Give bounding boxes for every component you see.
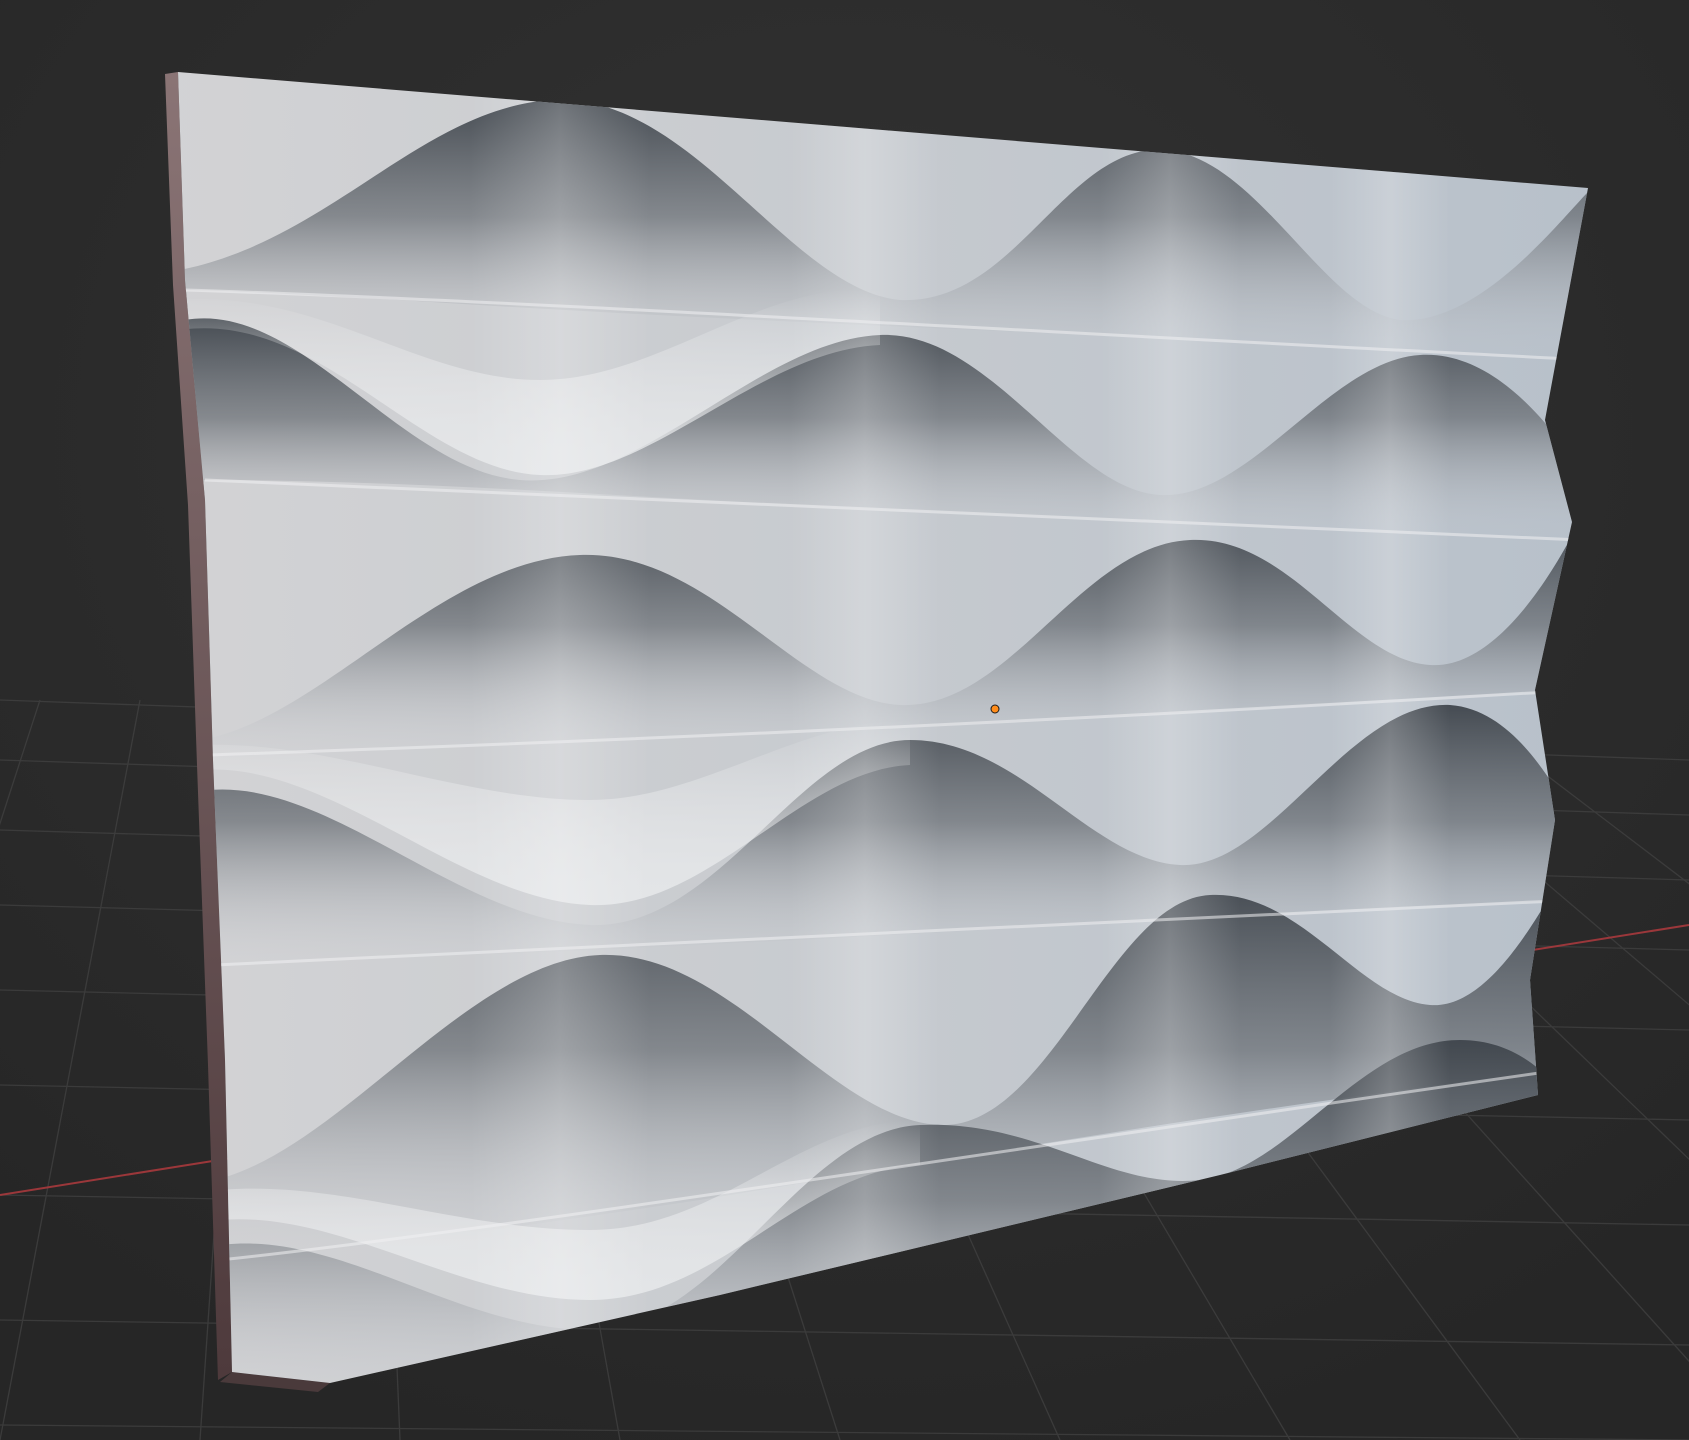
light-band-2 (790, 72, 940, 1383)
3d-viewport[interactable] (0, 0, 1689, 1440)
object-origin-marker[interactable] (990, 704, 1000, 714)
